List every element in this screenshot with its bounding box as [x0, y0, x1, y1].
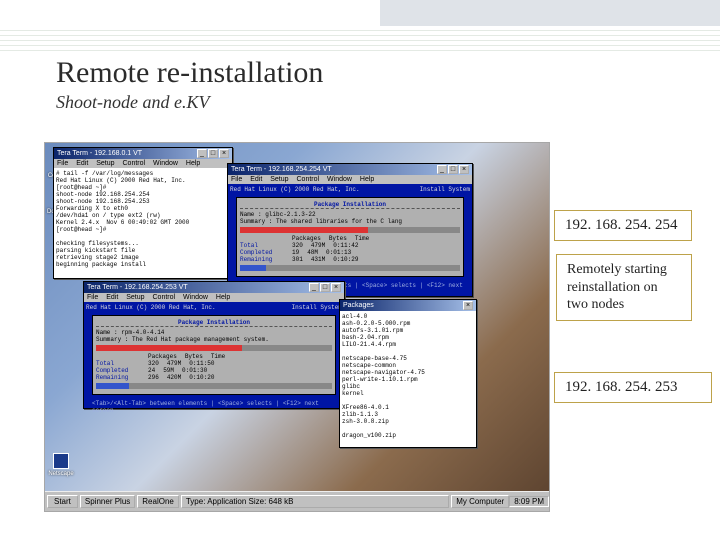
menu-edit[interactable]: Edit: [250, 176, 262, 183]
titlebar[interactable]: Tera Term - 192.168.0.1 VT _ □ ×: [54, 148, 232, 159]
window-title: Tera Term - 192.168.254.253 VT: [87, 284, 188, 291]
titlebar[interactable]: Tera Term - 192.168.254.253 VT _ □ ×: [84, 282, 344, 293]
titlebar[interactable]: Packages ×: [340, 300, 476, 311]
close-button[interactable]: ×: [463, 301, 473, 310]
panel-title: Package Installation: [240, 201, 460, 209]
package-progress-bar: [96, 345, 332, 351]
package-name: Name : glibc-2.1.3-22: [240, 211, 460, 218]
minimize-button[interactable]: _: [197, 149, 207, 158]
window-title: Tera Term - 192.168.254.254 VT: [231, 166, 332, 173]
menu-control[interactable]: Control: [123, 160, 146, 167]
installer-header-left: Red Hat Linux (C) 2000 Red Hat, Inc.: [86, 304, 216, 311]
close-button[interactable]: ×: [331, 283, 341, 292]
menu-window[interactable]: Window: [327, 176, 352, 183]
callout-text: 192. 168. 254. 253: [565, 379, 678, 395]
package-summary: Summary : The Red Hat package management…: [96, 336, 332, 343]
teraterm-window-head[interactable]: Tera Term - 192.168.0.1 VT _ □ × File Ed…: [53, 147, 233, 279]
installer-header-right: Install System: [292, 304, 342, 311]
embedded-screenshot: My Computer My Documents IE Netscape Ter…: [44, 142, 550, 512]
stats-header: Packages Bytes Time: [96, 353, 332, 360]
menu-setup[interactable]: Setup: [126, 294, 144, 301]
anaconda-installer: Red Hat Linux (C) 2000 Red Hat, Inc. Ins…: [84, 302, 344, 408]
stats-row-remaining: Remaining 301431M0:10:29: [240, 256, 460, 263]
package-panel: Package Installation Name : rpm-4.0-4.14…: [92, 315, 336, 395]
menu-help[interactable]: Help: [216, 294, 230, 301]
system-tray[interactable]: 8:09 PM: [509, 496, 549, 507]
close-button[interactable]: ×: [459, 165, 469, 174]
total-progress-bar: [240, 265, 460, 271]
stats-row-remaining: Remaining 296420M0:10:20: [96, 374, 332, 381]
maximize-button[interactable]: □: [448, 165, 458, 174]
stats-row-total: Total 320479M0:11:42: [240, 242, 460, 249]
teraterm-window-node254[interactable]: Tera Term - 192.168.254.254 VT _ □ × Fil…: [227, 163, 473, 297]
installer-header-left: Red Hat Linux (C) 2000 Red Hat, Inc.: [230, 186, 360, 193]
menu-file[interactable]: File: [57, 160, 68, 167]
menu-edit[interactable]: Edit: [76, 160, 88, 167]
menubar[interactable]: File Edit Setup Control Window Help: [228, 175, 472, 184]
stats-row-completed: Completed 1948M0:01:13: [240, 249, 460, 256]
package-list-window[interactable]: Packages × acl-4.0 ash-0.2.0-5.000.rpm a…: [339, 299, 477, 448]
stats-row-completed: Completed 2459M0:01:30: [96, 367, 332, 374]
taskbar-item[interactable]: RealOne: [137, 495, 179, 508]
callout-text: Remotely starting reinstallation on two …: [567, 262, 667, 312]
minimize-button[interactable]: _: [437, 165, 447, 174]
window-title: Tera Term - 192.168.0.1 VT: [57, 150, 142, 157]
package-summary: Summary : The shared libraries for the C…: [240, 218, 460, 225]
minimize-button[interactable]: _: [309, 283, 319, 292]
menu-control[interactable]: Control: [297, 176, 320, 183]
anaconda-installer: Red Hat Linux (C) 2000 Red Hat, Inc. Ins…: [228, 184, 472, 296]
menu-control[interactable]: Control: [153, 294, 176, 301]
teraterm-window-node253[interactable]: Tera Term - 192.168.254.253 VT _ □ × Fil…: [83, 281, 345, 409]
console-output: # tail -f /var/log/messages Red Hat Linu…: [54, 168, 232, 278]
taskbar[interactable]: Start Spinner Plus RealOne Type: Applica…: [45, 491, 549, 511]
installer-footer: <Tab>/<Alt-Tab> between elements | <Spac…: [86, 399, 342, 415]
maximize-button[interactable]: □: [208, 149, 218, 158]
corner-band: [380, 0, 720, 26]
menubar[interactable]: File Edit Setup Control Window Help: [54, 159, 232, 168]
menu-file[interactable]: File: [87, 294, 98, 301]
stats-row-total: Total 320479M0:11:50: [96, 360, 332, 367]
installer-header-right: Install System: [420, 186, 470, 193]
menu-help[interactable]: Help: [360, 176, 374, 183]
package-panel: Package Installation Name : glibc-2.1.3-…: [236, 197, 464, 277]
menubar[interactable]: File Edit Setup Control Window Help: [84, 293, 344, 302]
menu-setup[interactable]: Setup: [96, 160, 114, 167]
close-button[interactable]: ×: [219, 149, 229, 158]
callout-text: 192. 168. 254. 254: [565, 217, 678, 233]
menu-window[interactable]: Window: [183, 294, 208, 301]
package-list: acl-4.0 ash-0.2.0-5.000.rpm autofs-3.1.0…: [340, 311, 476, 447]
panel-title: Package Installation: [96, 319, 332, 327]
slide-subtitle: Shoot-node and e.KV: [56, 92, 209, 113]
slide: Remote re-installation Shoot-node and e.…: [0, 0, 720, 540]
desktop-icon[interactable]: Netscape: [47, 453, 75, 477]
start-button[interactable]: Start: [47, 495, 78, 508]
titlebar[interactable]: Tera Term - 192.168.254.254 VT _ □ ×: [228, 164, 472, 175]
menu-help[interactable]: Help: [186, 160, 200, 167]
menu-window[interactable]: Window: [153, 160, 178, 167]
total-progress-bar: [96, 383, 332, 389]
menu-file[interactable]: File: [231, 176, 242, 183]
package-progress-bar: [240, 227, 460, 233]
statusbar-text: Type: Application Size: 648 kB: [181, 495, 449, 508]
decorative-gridlines: [0, 30, 720, 52]
slide-title: Remote re-installation: [56, 56, 323, 90]
stats-header: Packages Bytes Time: [240, 235, 460, 242]
taskbar-meta[interactable]: My Computer: [451, 495, 509, 508]
window-title: Packages: [343, 302, 374, 309]
callout-ip-253: 192. 168. 254. 253: [554, 372, 712, 403]
maximize-button[interactable]: □: [320, 283, 330, 292]
menu-setup[interactable]: Setup: [270, 176, 288, 183]
menu-edit[interactable]: Edit: [106, 294, 118, 301]
package-name: Name : rpm-4.0-4.14: [96, 329, 332, 336]
taskbar-item[interactable]: Spinner Plus: [80, 495, 135, 508]
callout-ip-254: 192. 168. 254. 254: [554, 210, 692, 241]
callout-description: Remotely starting reinstallation on two …: [556, 254, 692, 321]
